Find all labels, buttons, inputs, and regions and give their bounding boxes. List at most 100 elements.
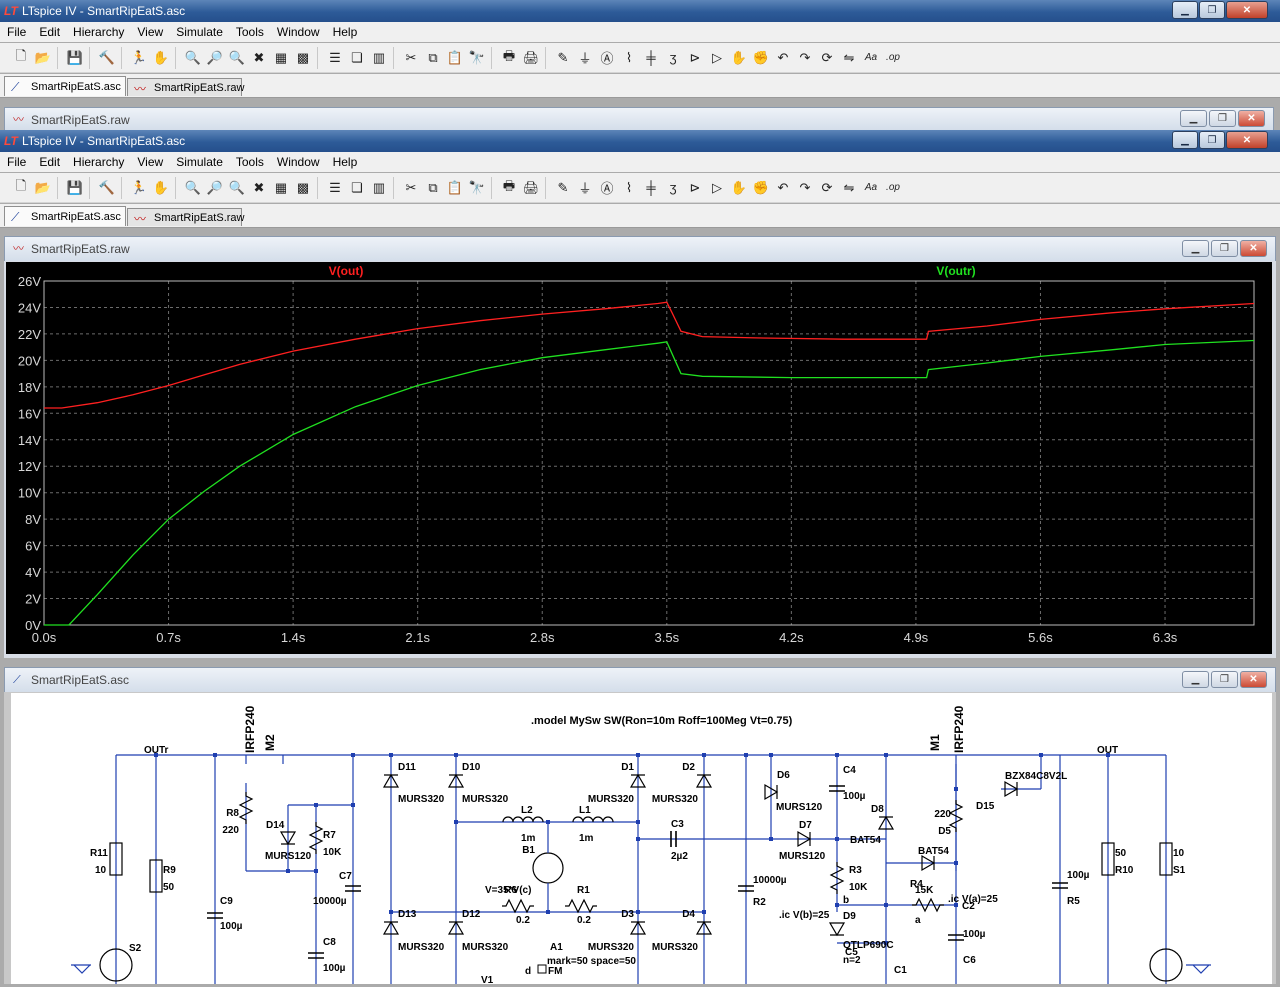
text-icon[interactable]: Aa bbox=[860, 47, 882, 69]
menu-view[interactable]: View bbox=[130, 155, 169, 169]
menu-simulate[interactable]: Simulate bbox=[169, 25, 229, 39]
ground-icon[interactable]: ⏚ bbox=[574, 177, 596, 199]
zoom-out-icon[interactable]: 🔍 bbox=[226, 177, 248, 199]
rotate-icon[interactable]: ⟳ bbox=[816, 47, 838, 69]
rotate-icon[interactable]: ⟳ bbox=[816, 177, 838, 199]
menu-tools[interactable]: Tools bbox=[229, 25, 270, 39]
tab-waveform[interactable]: 〰 SmartRipEatS.raw bbox=[127, 78, 244, 96]
tile-horizontal-icon[interactable]: ☰ bbox=[324, 47, 346, 69]
autorange-icon[interactable]: ▦ bbox=[270, 47, 292, 69]
drag-icon[interactable]: ✊ bbox=[750, 47, 772, 69]
redo-icon[interactable]: ↷ bbox=[794, 177, 816, 199]
paste-icon[interactable]: 📋 bbox=[444, 177, 466, 199]
schematic-canvas[interactable]: .model MySw SW(Ron=10m Roff=100Meg Vt=0.… bbox=[6, 693, 1272, 986]
undo-icon[interactable]: ↶ bbox=[772, 177, 794, 199]
undo-icon[interactable]: ↶ bbox=[772, 47, 794, 69]
restore-button[interactable]: ❐ bbox=[1199, 131, 1225, 149]
run-icon[interactable]: 🏃 bbox=[128, 47, 150, 69]
minimize-button[interactable]: ▁ bbox=[1180, 110, 1207, 127]
open-icon[interactable]: 📂 bbox=[32, 177, 54, 199]
mirror-icon[interactable]: ⇋ bbox=[838, 47, 860, 69]
restore-button[interactable]: ❐ bbox=[1211, 671, 1238, 688]
close-button[interactable]: ✕ bbox=[1240, 671, 1267, 688]
inductor-icon[interactable]: ʒ bbox=[662, 47, 684, 69]
tile-vertical-icon[interactable]: ▥ bbox=[368, 177, 390, 199]
find-icon[interactable]: 🔭 bbox=[466, 47, 488, 69]
mirror-icon[interactable]: ⇋ bbox=[838, 177, 860, 199]
open-icon[interactable]: 📂 bbox=[32, 47, 54, 69]
close-button[interactable]: ✕ bbox=[1240, 240, 1267, 257]
halt-icon[interactable]: ✋ bbox=[150, 47, 172, 69]
cut-icon[interactable]: ✂ bbox=[400, 47, 422, 69]
menu-simulate[interactable]: Simulate bbox=[169, 155, 229, 169]
label-net-icon[interactable]: Ⓐ bbox=[596, 177, 618, 199]
tab-schematic[interactable]: ⟋ SmartRipEatS.asc bbox=[4, 76, 126, 96]
zoom-out-icon[interactable]: 🔍 bbox=[226, 47, 248, 69]
control-panel-icon[interactable]: 🔨 bbox=[96, 177, 118, 199]
cascade-icon[interactable]: ❏ bbox=[346, 177, 368, 199]
zoom-in-icon[interactable]: 🔍 bbox=[182, 47, 204, 69]
resistor-icon[interactable]: ⌇ bbox=[618, 47, 640, 69]
component-icon[interactable]: ▷ bbox=[706, 47, 728, 69]
menu-tools[interactable]: Tools bbox=[229, 155, 270, 169]
waveform-window-titlebar[interactable]: 〰 SmartRipEatS.raw ▁ ❐ ✕ bbox=[4, 236, 1276, 262]
menu-file[interactable]: File bbox=[0, 155, 32, 169]
find-icon[interactable]: 🔭 bbox=[466, 177, 488, 199]
save-icon[interactable]: 💾 bbox=[64, 47, 86, 69]
menu-window[interactable]: Window bbox=[270, 155, 326, 169]
pan-icon[interactable]: 🔎 bbox=[204, 47, 226, 69]
save-icon[interactable]: 💾 bbox=[64, 177, 86, 199]
zoom-in-icon[interactable]: 🔍 bbox=[182, 177, 204, 199]
restore-button[interactable]: ❐ bbox=[1211, 240, 1238, 257]
label-net-icon[interactable]: Ⓐ bbox=[596, 47, 618, 69]
menu-help[interactable]: Help bbox=[326, 155, 364, 169]
restore-button[interactable]: ❐ bbox=[1199, 1, 1225, 19]
close-button[interactable]: ✕ bbox=[1226, 1, 1268, 19]
schematic-drawing[interactable]: .model MySw SW(Ron=10m Roff=100Meg Vt=0.… bbox=[11, 693, 1272, 986]
tile-vertical-icon[interactable]: ▥ bbox=[368, 47, 390, 69]
waveform-chart[interactable]: 0V2V4V6V8V10V12V14V16V18V20V22V24V26V0.0… bbox=[6, 262, 1272, 654]
close-button[interactable]: ✕ bbox=[1238, 110, 1265, 127]
move-icon[interactable]: ✋ bbox=[728, 47, 750, 69]
minimize-button[interactable]: ▁ bbox=[1172, 131, 1198, 149]
pan-icon[interactable]: 🔎 bbox=[204, 177, 226, 199]
print-preview-icon[interactable]: 🖶 bbox=[498, 47, 520, 69]
new-schematic-icon[interactable]: 🗋 bbox=[10, 177, 32, 199]
diode-icon[interactable]: ⊳ bbox=[684, 47, 706, 69]
print-preview-icon[interactable]: 🖶 bbox=[498, 177, 520, 199]
minimize-button[interactable]: ▁ bbox=[1182, 671, 1209, 688]
draw-wire-icon[interactable]: ✎ bbox=[552, 177, 574, 199]
redo-icon[interactable]: ↷ bbox=[794, 47, 816, 69]
close-button[interactable]: ✕ bbox=[1226, 131, 1268, 149]
menu-edit[interactable]: Edit bbox=[32, 25, 66, 39]
copy-icon[interactable]: ⧉ bbox=[422, 177, 444, 199]
menu-view[interactable]: View bbox=[130, 25, 169, 39]
minimized-waveform-window[interactable]: 〰 SmartRipEatS.raw ▁ ❐ ✕ bbox=[4, 107, 1274, 131]
paste-icon[interactable]: 📋 bbox=[444, 47, 466, 69]
print-icon[interactable]: 🖨 bbox=[520, 47, 542, 69]
component-icon[interactable]: ▷ bbox=[706, 177, 728, 199]
print-icon[interactable]: 🖨 bbox=[520, 177, 542, 199]
text-icon[interactable]: Aa bbox=[860, 177, 882, 199]
spice-directive-icon[interactable]: .op bbox=[882, 47, 904, 69]
draw-wire-icon[interactable]: ✎ bbox=[552, 47, 574, 69]
waveform-plot[interactable]: 0V 2V 4V 6V 8V 10V 12V 14V 16V 18V 20V 22V 24V 26V 0.0… bbox=[6, 262, 1272, 654]
new-schematic-icon[interactable]: 🗋 bbox=[10, 47, 32, 69]
ground-icon[interactable]: ⏚ bbox=[574, 47, 596, 69]
minimize-button[interactable]: ▁ bbox=[1182, 240, 1209, 257]
capacitor-icon[interactable]: ╪ bbox=[640, 47, 662, 69]
halt-icon[interactable]: ✋ bbox=[150, 177, 172, 199]
control-panel-icon[interactable]: 🔨 bbox=[96, 47, 118, 69]
resistor-icon[interactable]: ⌇ bbox=[618, 177, 640, 199]
grid-icon[interactable]: ▩ bbox=[292, 177, 314, 199]
grid-icon[interactable]: ▩ bbox=[292, 47, 314, 69]
diode-icon[interactable]: ⊳ bbox=[684, 177, 706, 199]
tab-waveform[interactable]: 〰 SmartRipEatS.raw bbox=[127, 208, 244, 226]
spice-directive-icon[interactable]: .op bbox=[882, 177, 904, 199]
cascade-icon[interactable]: ❏ bbox=[346, 47, 368, 69]
menu-file[interactable]: File bbox=[0, 25, 32, 39]
tile-horizontal-icon[interactable]: ☰ bbox=[324, 177, 346, 199]
minimize-button[interactable]: ▁ bbox=[1172, 1, 1198, 19]
zoom-fit-icon[interactable]: ✖ bbox=[248, 177, 270, 199]
menu-help[interactable]: Help bbox=[326, 25, 364, 39]
